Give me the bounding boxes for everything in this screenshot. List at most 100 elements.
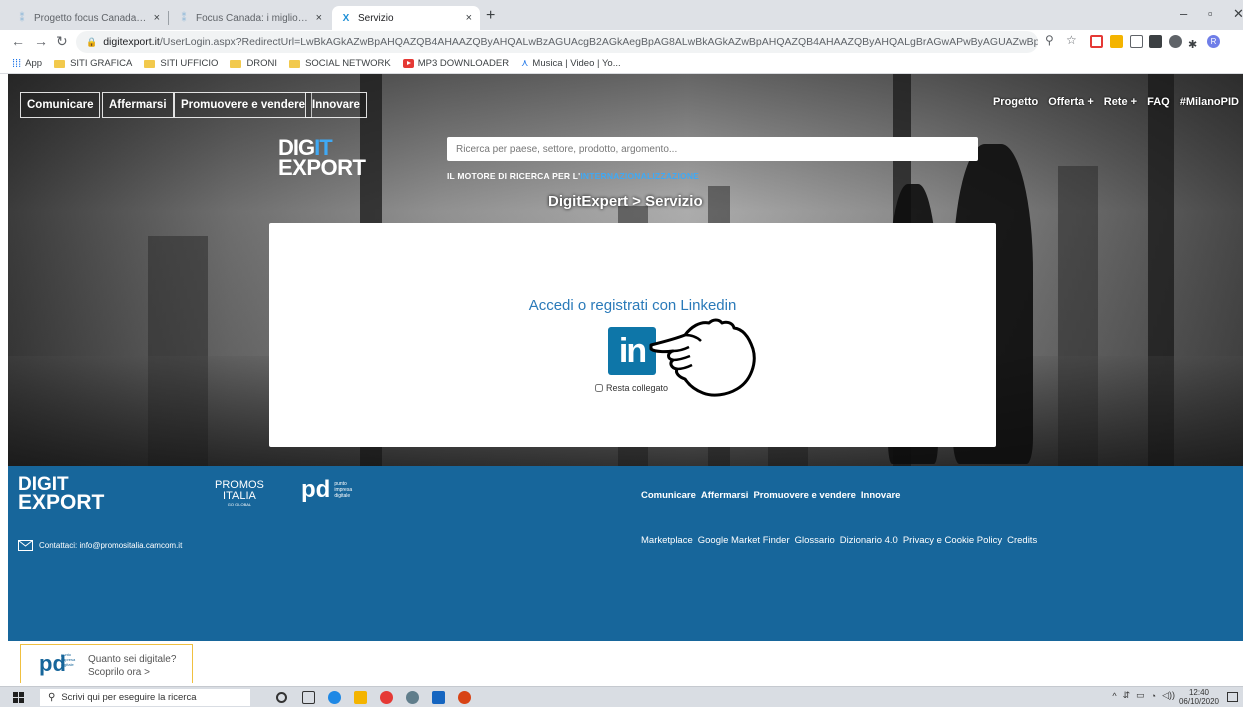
browser-tab-3[interactable]: X Servizio × xyxy=(332,6,480,30)
bookmark-label: App xyxy=(25,58,43,69)
digital-quiz-promo[interactable]: pd punto impresa digitale Quanto sei dig… xyxy=(20,644,193,683)
edge-icon[interactable] xyxy=(328,691,341,704)
reload-icon[interactable]: ↻ xyxy=(56,33,68,50)
chevron-up-icon[interactable]: ^ xyxy=(1112,691,1116,701)
tab-title: Progetto focus Canada/Russia: fo xyxy=(34,12,148,24)
promos-italia-logo[interactable]: PROMOS ITALIA GO GLOBAL xyxy=(215,480,264,507)
bookmark-label: Musica | Video | Yo... xyxy=(532,58,621,69)
profile-avatar[interactable]: R xyxy=(1207,35,1220,48)
taskbar-search[interactable]: ⚲ Scrivi qui per eseguire la ricerca xyxy=(40,689,250,706)
footer-link-privacy[interactable]: Privacy e Cookie Policy xyxy=(903,535,1002,546)
wifi-icon[interactable]: ◔ xyxy=(1151,691,1156,701)
powerpoint-icon[interactable] xyxy=(458,691,471,704)
clock-time: 12:40 xyxy=(1188,688,1209,697)
battery-icon[interactable]: ▭ xyxy=(1136,690,1145,701)
tab-title: Focus Canada: i migliori marketp xyxy=(196,12,310,24)
footer-logo[interactable]: DIGIT EXPORT xyxy=(18,475,104,514)
extension-icon[interactable] xyxy=(1169,35,1182,48)
footer-link-marketplace[interactable]: Marketplace xyxy=(641,535,693,546)
back-icon[interactable]: ← xyxy=(11,33,25,49)
file-explorer-icon[interactable] xyxy=(354,691,367,704)
bookmark-siti-ufficio[interactable]: SITI UFFICIO xyxy=(144,58,218,69)
star-icon[interactable]: ☆ xyxy=(1066,33,1077,47)
nav-rete[interactable]: Rete + xyxy=(1104,96,1137,108)
tab-separator xyxy=(168,11,169,25)
extension-icon[interactable] xyxy=(1130,35,1143,48)
category-promuovere-vendere[interactable]: Promuovere e vendere xyxy=(174,92,313,118)
app-icon[interactable] xyxy=(406,691,419,704)
cortana-icon[interactable] xyxy=(276,692,287,703)
promo-cta-link[interactable]: Scoprilo ora > xyxy=(88,667,150,678)
tab-close-icon[interactable]: × xyxy=(154,12,160,24)
remember-checkbox[interactable] xyxy=(595,384,603,392)
footer-link-innovare[interactable]: Innovare xyxy=(861,490,901,501)
bookmark-musica[interactable]: ⋏ Musica | Video | Yo... xyxy=(521,58,621,69)
maximize-button[interactable]: ▫ xyxy=(1208,6,1213,21)
folder-icon xyxy=(54,59,66,68)
zoom-icon[interactable]: ⚲ xyxy=(1045,33,1054,47)
task-view-icon[interactable] xyxy=(302,691,315,704)
folder-icon xyxy=(289,59,301,68)
nav-faq[interactable]: FAQ xyxy=(1147,96,1170,108)
browser-tab-2[interactable]: ⁑ Focus Canada: i migliori marketp × xyxy=(170,6,330,30)
minimize-button[interactable]: – xyxy=(1180,6,1187,21)
footer-link-google-market-finder[interactable]: Google Market Finder xyxy=(698,535,790,546)
nav-offerta[interactable]: Offerta + xyxy=(1048,96,1094,108)
footer-secondary-links: Marketplace Google Market Finder Glossar… xyxy=(641,535,1037,546)
url-host: digitexport.it xyxy=(103,36,160,48)
outlook-icon[interactable] xyxy=(432,691,445,704)
footer-link-comunicare[interactable]: Comunicare xyxy=(641,490,696,501)
bookmark-label: SITI GRAFICA xyxy=(70,58,133,69)
bookmark-siti-grafica[interactable]: SITI GRAFICA xyxy=(54,58,132,69)
bookmark-apps[interactable]: ⁞⁞⁞ App xyxy=(12,58,42,70)
footer-link-glossario[interactable]: Glossario xyxy=(795,535,835,546)
bookmark-label: MP3 DOWNLOADER xyxy=(417,58,510,69)
volume-icon[interactable]: ◁)) xyxy=(1162,690,1175,701)
pid-text: punto impresa digitale xyxy=(334,481,352,499)
promos-text: ITALIA xyxy=(223,490,256,502)
chrome-icon[interactable] xyxy=(380,691,393,704)
footer-link-affermarsi[interactable]: Affermarsi xyxy=(701,490,749,501)
address-bar[interactable]: 🔒 digitexport.it /UserLogin.aspx?Redirec… xyxy=(76,31,1038,53)
category-affermarsi[interactable]: Affermarsi xyxy=(102,92,174,118)
contact-text: Contattaci: info@promositalia.camcom.it xyxy=(39,541,183,550)
browser-toolbar: ← → ↻ 🔒 digitexport.it /UserLogin.aspx?R… xyxy=(0,30,1243,54)
tab-close-icon[interactable]: × xyxy=(316,12,322,24)
forward-icon[interactable]: → xyxy=(34,33,48,49)
tab-close-icon[interactable]: × xyxy=(466,12,472,24)
search-input[interactable] xyxy=(447,137,978,161)
footer-link-promuovere[interactable]: Promuovere e vendere xyxy=(753,490,855,501)
network-icon[interactable]: ⇵ xyxy=(1123,690,1131,701)
notification-icon[interactable] xyxy=(1227,692,1238,702)
bookmark-social-network[interactable]: SOCIAL NETWORK xyxy=(289,58,391,69)
pid-text-line: digitale xyxy=(61,661,74,667)
extension-icon[interactable] xyxy=(1090,35,1103,48)
bookmark-mp3-downloader[interactable]: MP3 DOWNLOADER xyxy=(402,58,510,69)
category-innovare[interactable]: Innovare xyxy=(305,92,367,118)
site-footer: DIGIT EXPORT PROMOS ITALIA GO GLOBAL pd … xyxy=(8,466,1243,641)
clock-date: 06/10/2020 xyxy=(1178,697,1219,707)
extensions-puzzle-icon[interactable]: ✱ xyxy=(1188,35,1201,51)
pointing-hand-icon xyxy=(649,318,756,397)
windows-taskbar: ⚲ Scrivi qui per eseguire la ricerca ^ ⇵… xyxy=(0,686,1243,707)
browser-tab-1[interactable]: ⁑ Progetto focus Canada/Russia: fo × xyxy=(8,6,168,30)
bookmark-droni[interactable]: DRONI xyxy=(230,58,277,69)
system-clock[interactable]: 12:40 06/10/2020 xyxy=(1179,688,1219,706)
nav-milanopid[interactable]: #MilanoPID xyxy=(1180,96,1239,108)
footer-link-dizionario[interactable]: Dizionario 4.0 xyxy=(840,535,898,546)
music-icon: ⋏ xyxy=(521,58,529,69)
extension-icon[interactable] xyxy=(1149,35,1162,48)
nav-progetto[interactable]: Progetto xyxy=(993,96,1038,108)
extension-icon[interactable] xyxy=(1110,35,1123,48)
folder-icon xyxy=(230,59,242,68)
footer-link-credits[interactable]: Credits xyxy=(1007,535,1037,546)
pid-text: punto impresa digitale xyxy=(61,652,75,667)
contact-link[interactable]: Contattaci: info@promositalia.camcom.it xyxy=(18,540,182,551)
footer-primary-links: Comunicare Affermarsi Promuovere e vende… xyxy=(641,490,900,501)
windows-start-icon[interactable] xyxy=(13,692,24,703)
punto-impresa-digitale-logo[interactable]: pd punto impresa digitale xyxy=(301,478,352,502)
new-tab-button[interactable]: + xyxy=(486,7,495,25)
digitexport-logo[interactable]: DIGIT EXPORT xyxy=(278,137,366,179)
close-window-button[interactable]: ✕ xyxy=(1233,6,1243,22)
category-comunicare[interactable]: Comunicare xyxy=(20,92,101,118)
